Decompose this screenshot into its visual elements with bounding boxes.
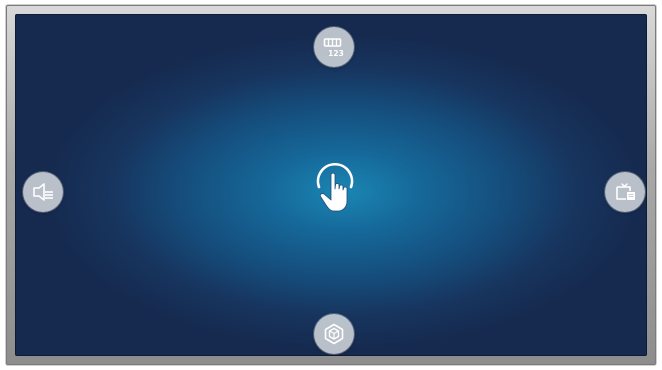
cube-icon	[324, 323, 344, 345]
tv-screen[interactable]: 123	[15, 14, 647, 356]
pointer-cursor[interactable]	[310, 161, 360, 219]
keypad-123-icon: 123	[323, 38, 344, 58]
pointing-hand-icon	[316, 163, 354, 212]
tv-bezel: 123	[6, 5, 656, 365]
apps-button[interactable]	[314, 314, 354, 354]
tv-source-icon	[616, 183, 635, 200]
speaker-menu-icon	[33, 183, 53, 201]
keypad-button[interactable]: 123	[314, 27, 354, 67]
audio-menu-button[interactable]	[23, 172, 63, 212]
keypad-123-text: 123	[328, 49, 344, 58]
source-button[interactable]	[605, 172, 645, 212]
